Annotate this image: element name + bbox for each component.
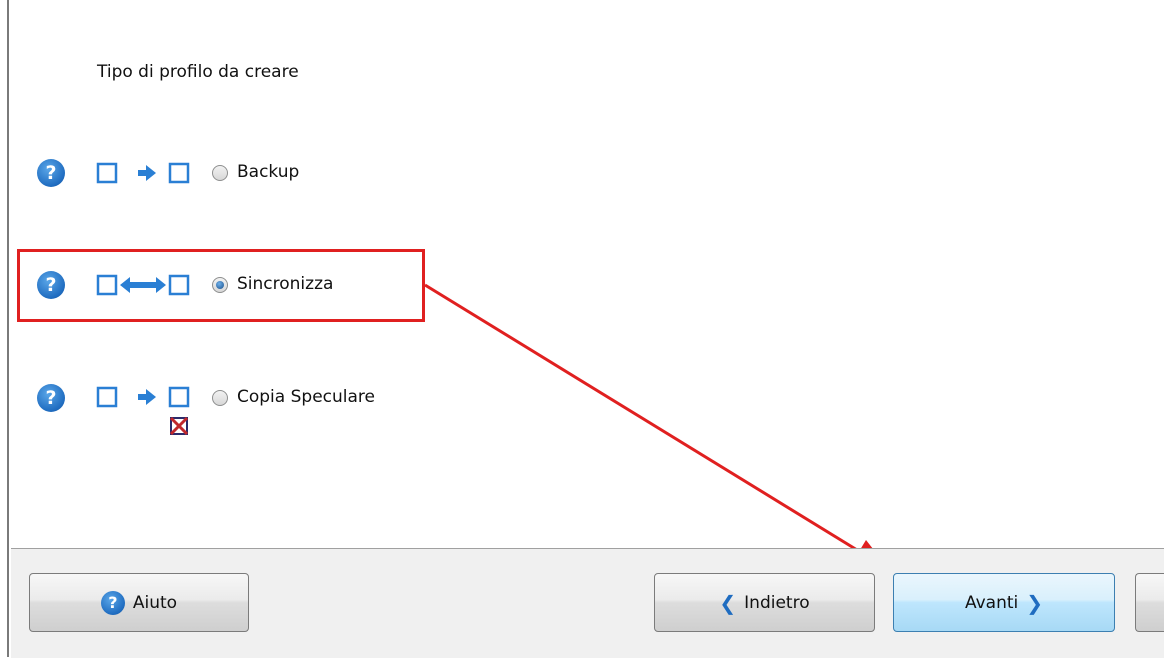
help-button[interactable]: ? Aiuto (29, 573, 249, 632)
question-help-icon[interactable]: ? (37, 384, 65, 412)
window-left-border (0, 0, 9, 657)
mirror-arrow-icon (96, 386, 190, 436)
one-way-arrow-icon (96, 162, 190, 184)
annotation-highlight-box (17, 249, 425, 322)
backup-label[interactable]: Backup (237, 162, 299, 182)
next-button[interactable]: Avanti ❯ (893, 573, 1115, 632)
chevron-left-icon: ❮ (719, 590, 737, 615)
back-button-label: Indietro (744, 592, 810, 613)
page-heading: Tipo di profilo da creare (97, 62, 299, 82)
question-help-icon[interactable]: ? (37, 159, 65, 187)
mirror-label[interactable]: Copia Speculare (237, 387, 375, 407)
chevron-right-icon: ❯ (1026, 590, 1044, 615)
next-button-label: Avanti (964, 592, 1019, 613)
backup-radio[interactable] (212, 165, 228, 181)
back-button[interactable]: ❮ Indietro (654, 573, 875, 632)
mirror-radio[interactable] (212, 390, 228, 406)
wizard-footer: ? Aiuto ❮ Indietro Avanti ❯ (11, 548, 1164, 658)
cancel-button-partial[interactable] (1135, 573, 1164, 632)
help-button-label: Aiuto (132, 592, 178, 613)
question-help-icon: ? (100, 590, 125, 615)
